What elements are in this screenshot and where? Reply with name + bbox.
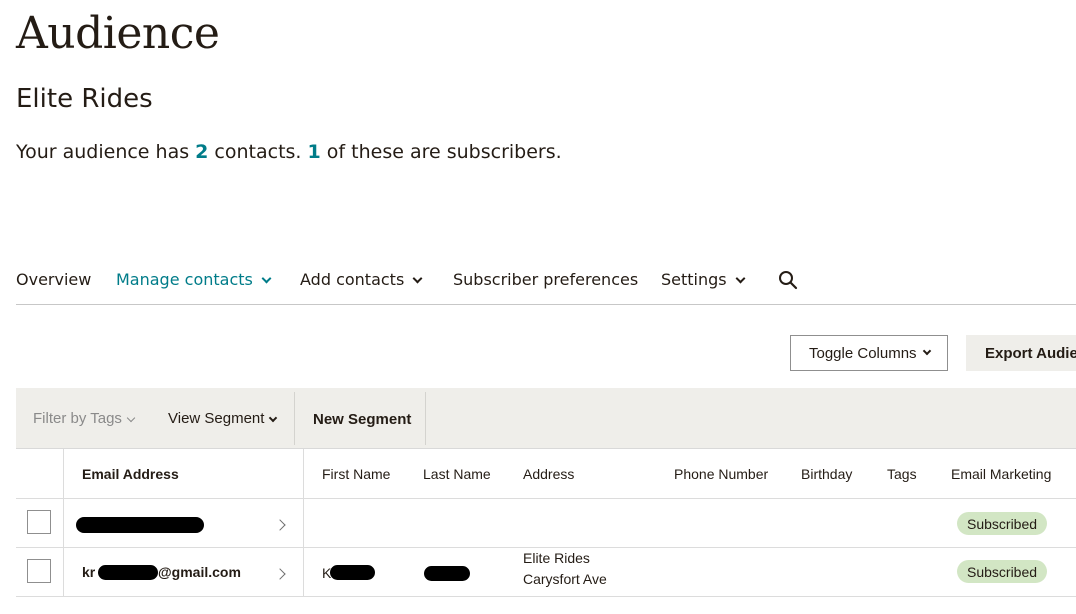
chevron-down-icon <box>735 273 746 284</box>
column-header-email[interactable]: Email Address <box>82 466 179 482</box>
column-header-last-name[interactable]: Last Name <box>423 466 491 482</box>
chevron-right-icon[interactable] <box>274 519 286 531</box>
table-row[interactable]: Subscribed <box>16 499 1076 548</box>
nav-settings-label: Settings <box>661 270 727 289</box>
email-suffix: @gmail.com <box>158 564 241 580</box>
toggle-columns-label: Toggle Columns <box>809 344 917 362</box>
summary-prefix: Your audience has <box>16 141 196 163</box>
column-header-address[interactable]: Address <box>523 466 574 482</box>
page-title: Audience <box>16 8 220 59</box>
contacts-count: 2 <box>195 141 209 163</box>
chevron-right-icon[interactable] <box>274 568 286 580</box>
chevron-down-icon <box>126 413 136 423</box>
nav-manage-contacts-label: Manage contacts <box>116 270 253 289</box>
email-prefix: kr <box>82 564 96 580</box>
row-select-checkbox[interactable] <box>27 510 51 534</box>
column-header-phone[interactable]: Phone Number <box>674 466 768 482</box>
view-segment-label: View Segment <box>168 410 265 427</box>
redacted-last-name <box>424 566 470 581</box>
new-segment-label: New Segment <box>313 411 412 428</box>
search-icon[interactable] <box>778 270 798 290</box>
nav-overview-label: Overview <box>16 270 92 289</box>
subscribers-count: 1 <box>307 141 321 163</box>
chevron-down-icon <box>261 273 272 284</box>
divider <box>294 392 295 445</box>
column-header-email-marketing[interactable]: Email Marketing <box>951 466 1051 482</box>
view-segment-dropdown[interactable]: View Segment <box>168 410 278 427</box>
filter-by-tags-dropdown[interactable]: Filter by Tags <box>33 410 136 427</box>
redacted-email <box>98 565 158 580</box>
redacted-first-name <box>330 565 375 580</box>
column-header-first-name[interactable]: First Name <box>322 466 390 482</box>
chevron-down-icon <box>269 413 278 423</box>
nav-add-contacts-label: Add contacts <box>300 270 405 289</box>
divider <box>425 392 426 445</box>
summary-middle: contacts. <box>208 141 308 163</box>
filter-by-tags-label: Filter by Tags <box>33 410 122 427</box>
audience-summary: Your audience has 2 contacts. 1 of these… <box>16 141 562 163</box>
address-line-2: Carysfort Ave <box>523 571 607 587</box>
nav-manage-contacts[interactable]: Manage contacts <box>116 270 272 289</box>
audience-nav: Overview Manage contacts Add contacts Su… <box>16 258 1076 305</box>
toggle-columns-button[interactable]: Toggle Columns <box>790 335 948 371</box>
table-row[interactable]: kr @gmail.com K Elite Rides Carysfort Av… <box>16 548 1076 597</box>
column-header-tags[interactable]: Tags <box>887 466 917 482</box>
address-line-1: Elite Rides <box>523 550 590 566</box>
redacted-email <box>76 517 204 533</box>
nav-settings[interactable]: Settings <box>661 270 746 289</box>
nav-subscriber-preferences[interactable]: Subscriber preferences <box>453 270 638 289</box>
nav-overview[interactable]: Overview <box>16 270 91 289</box>
row-select-checkbox[interactable] <box>27 559 51 583</box>
table-header-row: Email Address First Name Last Name Addre… <box>16 449 1076 499</box>
nav-subscriber-preferences-label: Subscriber preferences <box>453 270 639 289</box>
segment-filter-bar: Filter by Tags View Segment New Segment <box>16 388 1076 449</box>
export-audience-button[interactable]: Export Audier <box>966 335 1076 371</box>
export-audience-label: Export Audier <box>985 344 1076 362</box>
chevron-down-icon <box>412 273 423 284</box>
summary-suffix: of these are subscribers. <box>320 141 562 163</box>
column-header-birthday[interactable]: Birthday <box>801 466 852 482</box>
chevron-down-icon <box>922 346 931 356</box>
status-badge: Subscribed <box>957 512 1048 535</box>
status-badge: Subscribed <box>957 560 1048 583</box>
nav-add-contacts[interactable]: Add contacts <box>300 270 423 289</box>
new-segment-button[interactable]: New Segment <box>313 411 411 428</box>
audience-name: Elite Rides <box>16 84 153 114</box>
